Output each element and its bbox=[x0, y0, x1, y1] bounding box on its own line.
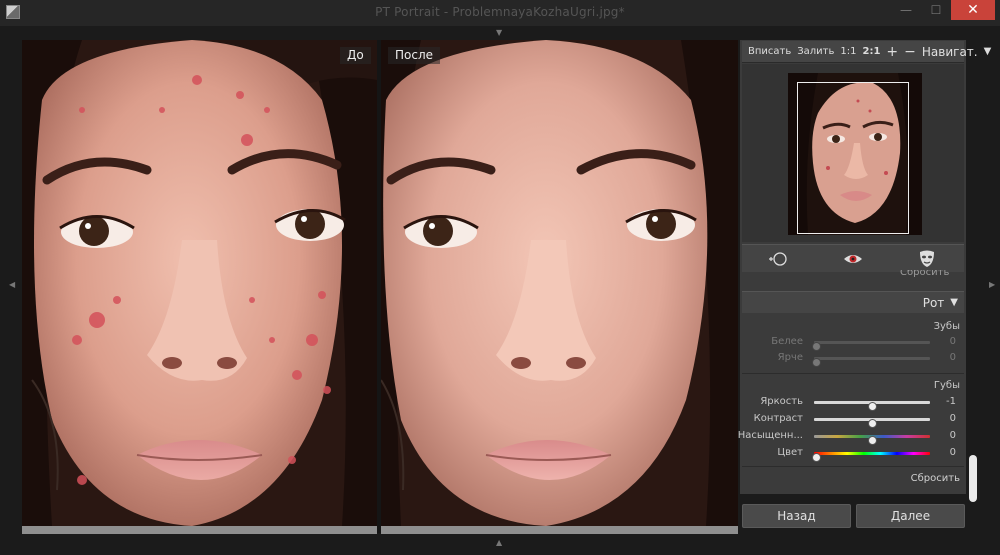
mouth-dropdown-icon[interactable]: ▼ bbox=[950, 297, 958, 308]
slider-value: -1 bbox=[946, 396, 956, 407]
after-face-image bbox=[381, 40, 738, 526]
navigator-viewport-frame[interactable] bbox=[797, 82, 909, 234]
zoom-out-button[interactable]: − bbox=[904, 44, 916, 60]
zoom-in-button[interactable]: + bbox=[886, 44, 898, 60]
collapse-top-arrow-icon[interactable]: ▼ bbox=[496, 29, 502, 37]
group-divider bbox=[742, 466, 964, 467]
after-label: После bbox=[388, 47, 441, 64]
zoom-2-1-button[interactable]: 2:1 bbox=[863, 46, 881, 57]
slider-track[interactable] bbox=[812, 341, 930, 351]
lips-saturation-slider[interactable]: Насыщенн... 0 bbox=[738, 430, 964, 445]
slider-track[interactable] bbox=[814, 401, 930, 411]
slider-label: Яркость bbox=[760, 396, 803, 407]
window-title: PT Portrait - ProblemnayaKozhaUgri.jpg* bbox=[375, 5, 625, 19]
slider-track[interactable] bbox=[812, 452, 930, 462]
mouth-section-title: Рот bbox=[922, 295, 945, 310]
fit-button[interactable]: Вписать bbox=[748, 46, 791, 57]
navigator-dropdown-icon[interactable]: ▼ bbox=[984, 46, 992, 57]
collapse-right-arrow-icon[interactable]: ▶ bbox=[989, 281, 995, 289]
mask-icon[interactable] bbox=[915, 249, 939, 269]
after-scroll-strip[interactable] bbox=[381, 526, 738, 534]
navigator-header: Вписать Залить 1:1 2:1 + − Навигат. ▼ bbox=[742, 41, 991, 63]
lips-contrast-slider[interactable]: Контраст 0 bbox=[742, 413, 964, 428]
collapse-bottom-arrow-icon[interactable]: ▲ bbox=[496, 539, 502, 547]
slider-track[interactable] bbox=[814, 435, 930, 445]
slider-label: Цвет bbox=[777, 447, 803, 458]
slider-track[interactable] bbox=[814, 418, 930, 428]
before-scroll-strip[interactable] bbox=[22, 526, 377, 534]
zoom-1-1-button[interactable]: 1:1 bbox=[840, 46, 856, 57]
teeth-whiter-slider[interactable]: Белее 0 bbox=[742, 336, 964, 351]
slider-value: 0 bbox=[949, 413, 956, 424]
slider-thumb[interactable] bbox=[812, 358, 821, 367]
slider-thumb[interactable] bbox=[868, 402, 877, 411]
panel-scrollbar[interactable] bbox=[969, 455, 977, 502]
fill-button[interactable]: Залить bbox=[797, 46, 834, 57]
back-button[interactable]: Назад bbox=[742, 504, 851, 528]
before-photo[interactable] bbox=[22, 40, 377, 526]
slider-value: 0 bbox=[949, 430, 956, 441]
slider-value: 0 bbox=[949, 447, 956, 458]
lips-group-title: Губы bbox=[933, 380, 960, 391]
face-selection-icon[interactable] bbox=[767, 249, 791, 269]
tool-tabs bbox=[742, 244, 964, 272]
slider-label: Ярче bbox=[777, 352, 803, 363]
hidden-reset-link[interactable]: Сбросить bbox=[900, 270, 949, 278]
slider-track[interactable] bbox=[812, 357, 930, 367]
slider-thumb[interactable] bbox=[812, 342, 821, 351]
lips-brightness-slider[interactable]: Яркость -1 bbox=[742, 396, 964, 411]
group-divider bbox=[742, 373, 964, 374]
navigator-title: Навигат. bbox=[921, 44, 978, 59]
slider-value: 0 bbox=[949, 336, 956, 347]
slider-thumb[interactable] bbox=[868, 419, 877, 428]
slider-label: Белее bbox=[771, 336, 803, 347]
next-button[interactable]: Далее bbox=[856, 504, 965, 528]
title-bar: PT Portrait - ProblemnayaKozhaUgri.jpg* … bbox=[0, 0, 1000, 26]
lips-color-slider[interactable]: Цвет 0 bbox=[742, 447, 964, 462]
slider-label: Насыщенн... bbox=[737, 430, 803, 441]
before-face-image bbox=[22, 40, 377, 526]
after-photo[interactable] bbox=[381, 40, 738, 526]
slider-thumb[interactable] bbox=[812, 453, 821, 462]
slider-label: Контраст bbox=[753, 413, 803, 424]
teeth-group-title: Зубы bbox=[933, 321, 960, 332]
slider-thumb[interactable] bbox=[868, 436, 877, 445]
maximize-button[interactable]: ☐ bbox=[922, 0, 950, 20]
collapse-left-arrow-icon[interactable]: ◀ bbox=[9, 281, 15, 289]
teeth-brighter-slider[interactable]: Ярче 0 bbox=[742, 352, 964, 367]
minimize-button[interactable]: — bbox=[892, 0, 920, 20]
eye-icon[interactable] bbox=[841, 249, 865, 269]
reset-button[interactable]: Сбросить bbox=[911, 473, 960, 484]
mouth-section-header[interactable]: Рот ▼ bbox=[742, 291, 964, 313]
slider-value: 0 bbox=[949, 352, 956, 363]
close-button[interactable]: ✕ bbox=[951, 0, 995, 20]
before-label: До bbox=[340, 47, 371, 64]
